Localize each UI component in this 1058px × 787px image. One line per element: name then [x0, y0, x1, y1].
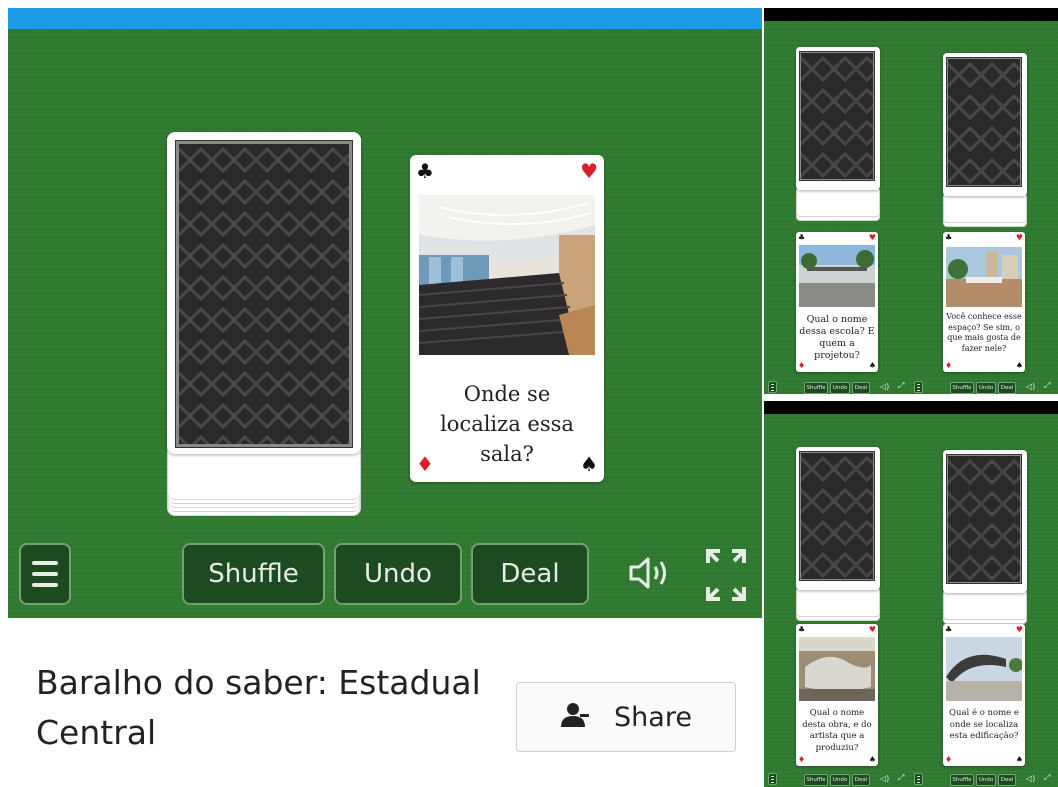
game-thumbnail[interactable]: ♣ ♥ Qual o nome desta obra, e do artista…	[764, 401, 1058, 787]
expand-icon: ⤢	[898, 381, 905, 390]
speaker-icon: ◁)	[1026, 382, 1036, 391]
menu-button	[914, 773, 923, 785]
heart-suit-icon: ♥	[1015, 233, 1023, 242]
speaker-icon: ◁)	[880, 774, 890, 783]
deck-pile	[796, 447, 880, 621]
expand-icon: ⤢	[898, 773, 905, 782]
speaker-icon: ◁)	[880, 382, 890, 391]
face-up-card: ♣ ♥ Qual é o nome e onde se localiza est…	[943, 624, 1025, 766]
card-question: Você conhece esse espaço? Se sim, o que …	[946, 312, 1022, 353]
spade-suit-icon: ♠	[868, 361, 876, 370]
deal-button: Deal	[998, 382, 1016, 394]
undo-button: Undo	[830, 774, 850, 786]
expand-icon: ⤢	[1044, 381, 1051, 390]
card-question: Qual o nome desta obra, e do artista que…	[802, 708, 872, 753]
face-up-card[interactable]: ♣ ♥ Onde se localiza essa sala? ♦ ♠	[410, 155, 604, 482]
expand-icon: ⤢	[1044, 773, 1051, 782]
share-button[interactable]: Share	[516, 682, 736, 752]
club-suit-icon: ♣	[798, 233, 806, 242]
shuffle-button: Shuffle	[804, 382, 828, 394]
diamond-suit-icon: ♦	[945, 361, 953, 370]
card-question: Qual o nome dessa escola? E quem a proje…	[799, 314, 875, 361]
share-label: Share	[614, 701, 692, 733]
diamond-suit-icon: ♦	[798, 755, 806, 764]
school-building-photo	[799, 245, 875, 307]
deal-button: Deal	[998, 774, 1016, 786]
game-thumbnail[interactable]: ♣ ♥ Qual o nome dessa escola? E quem a p…	[764, 8, 1058, 394]
shuffle-button: Shuffle	[804, 774, 828, 786]
card-back-pattern	[175, 140, 353, 448]
card-question: Qual é o nome e onde se localiza esta ed…	[949, 708, 1019, 741]
shuffle-button[interactable]: Shuffle	[182, 543, 325, 605]
spade-suit-icon: ♠	[580, 452, 598, 476]
face-up-card: ♣ ♥ Qual o nome desta obra, e do artista…	[796, 624, 878, 766]
game-table: ♣ ♥ Onde se localiza essa sala? ♦ ♠ Shuf…	[8, 29, 762, 618]
club-suit-icon: ♣	[945, 233, 953, 242]
spade-suit-icon: ♠	[868, 755, 876, 764]
diamond-suit-icon: ♦	[798, 361, 806, 370]
info-panel: Baralho do saber: Estadual Central Share	[8, 618, 762, 787]
thumbnail-table: ♣ ♥ Qual o nome desta obra, e do artista…	[764, 414, 1058, 787]
heart-suit-icon: ♥	[1015, 625, 1023, 634]
courtyard-photo	[946, 247, 1022, 307]
face-up-card: ♣ ♥ Qual o nome dessa escola? E quem a p…	[796, 232, 878, 372]
shuffle-button: Shuffle	[950, 382, 974, 394]
club-suit-icon: ♣	[416, 159, 434, 183]
deal-button: Deal	[852, 382, 870, 394]
club-suit-icon: ♣	[798, 625, 806, 634]
deal-button: Deal	[852, 774, 870, 786]
diamond-suit-icon: ♦	[416, 452, 434, 476]
deck-pile[interactable]	[167, 132, 361, 516]
card-question: Onde se localiza essa sala?	[440, 382, 574, 466]
undo-button: Undo	[830, 382, 850, 394]
speaker-icon: ◁)	[1026, 774, 1036, 783]
expand-icon[interactable]	[704, 547, 748, 607]
spade-suit-icon: ♠	[1015, 755, 1023, 764]
menu-button[interactable]	[19, 543, 71, 605]
thumbnail-top-bar	[764, 8, 1058, 21]
face-up-card: ♣ ♥ Você conhece esse espaço? Se sim, o …	[943, 232, 1025, 372]
sculpture-photo	[799, 637, 875, 701]
menu-button	[768, 381, 777, 393]
thumbnail-top-bar	[764, 401, 1058, 414]
menu-button	[768, 773, 777, 785]
diamond-suit-icon: ♦	[945, 755, 953, 764]
page-title: Baralho do saber: Estadual Central	[36, 663, 481, 752]
undo-button: Undo	[976, 382, 996, 394]
deck-pile	[796, 47, 880, 221]
thumbnail-table: ♣ ♥ Qual o nome dessa escola? E quem a p…	[764, 21, 1058, 394]
curved-building-photo	[946, 637, 1022, 701]
speaker-icon[interactable]	[628, 555, 672, 595]
spade-suit-icon: ♠	[1015, 361, 1023, 370]
deal-button[interactable]: Deal	[471, 543, 589, 605]
shuffle-button: Shuffle	[950, 774, 974, 786]
heart-suit-icon: ♥	[868, 233, 876, 242]
deck-pile	[943, 450, 1027, 624]
heart-suit-icon: ♥	[868, 625, 876, 634]
auditorium-photo	[419, 195, 595, 355]
undo-button[interactable]: Undo	[334, 543, 462, 605]
top-accent-bar	[8, 8, 762, 29]
undo-button: Undo	[976, 774, 996, 786]
person-icon	[560, 702, 590, 732]
deck-pile	[943, 53, 1027, 227]
club-suit-icon: ♣	[945, 625, 953, 634]
menu-button	[914, 381, 923, 393]
heart-suit-icon: ♥	[580, 159, 598, 183]
